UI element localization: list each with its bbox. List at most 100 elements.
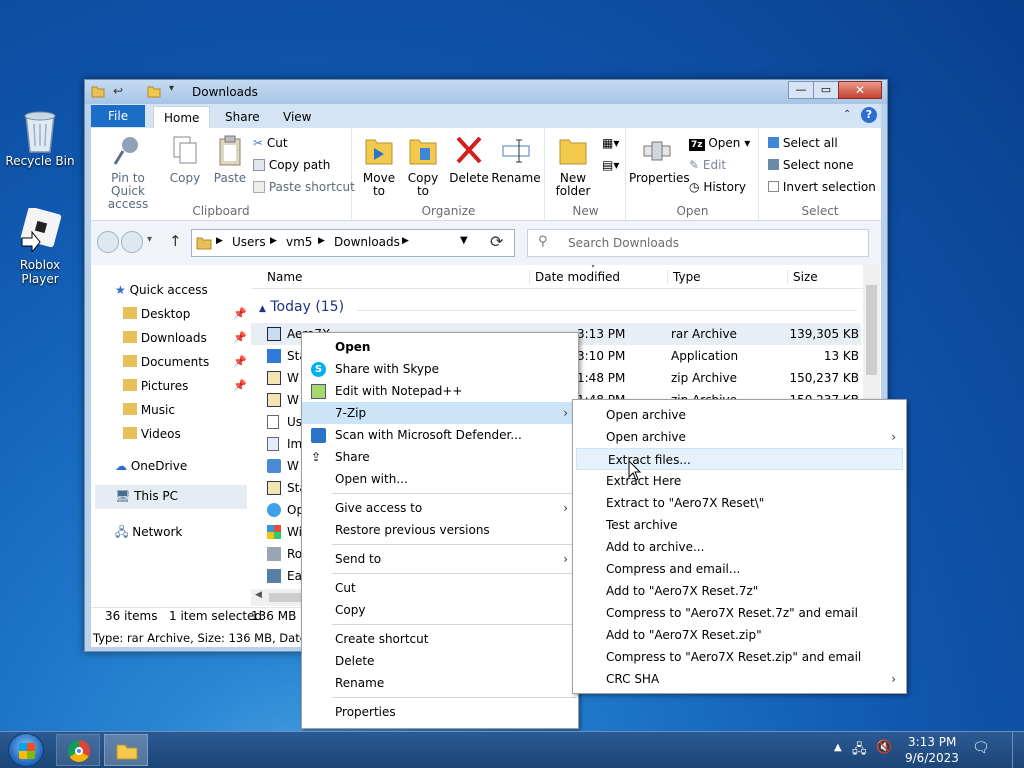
nav-network[interactable]: 🖧 Network xyxy=(115,523,182,544)
show-hidden-icons-icon[interactable]: ▲ xyxy=(834,742,842,753)
submenu-item-extract-files[interactable]: Extract files... xyxy=(576,448,903,470)
nav-this-pc[interactable]: 🖥 This PC xyxy=(95,485,247,509)
desktop-icon-recycle-bin[interactable]: Recycle Bin xyxy=(0,106,80,168)
tab-home[interactable]: Home xyxy=(153,106,211,129)
delete-button[interactable]: Delete xyxy=(447,134,491,185)
select-none-button[interactable]: Select none xyxy=(768,156,854,174)
new-folder-button[interactable]: New folder xyxy=(550,134,596,198)
title-bar[interactable]: ↩ ▾ Downloads — ▭ ✕ xyxy=(85,80,887,104)
menu-item-open-with[interactable]: Open with... xyxy=(302,468,578,490)
undo-icon[interactable]: ↩ xyxy=(113,84,127,98)
recent-locations-icon[interactable]: ▾ xyxy=(147,234,152,245)
refresh-icon[interactable]: ⟳ xyxy=(490,232,503,251)
nav-quick-access[interactable]: ★ Quick access xyxy=(115,283,208,297)
submenu-item-open-archive[interactable]: Open archive xyxy=(573,404,906,426)
tab-file[interactable]: File xyxy=(91,105,146,127)
address-bar[interactable]: ▶ Users ▶ vm5 ▶ Downloads ▶ ▼ ⟳ xyxy=(191,229,515,257)
breadcrumb-downloads[interactable]: Downloads xyxy=(334,235,400,249)
column-type[interactable]: Type xyxy=(667,270,701,284)
column-date-modified[interactable]: Date modified xyxy=(529,270,620,284)
folder-icon[interactable] xyxy=(147,84,161,98)
menu-item-rename[interactable]: Rename xyxy=(302,672,578,694)
forward-button[interactable] xyxy=(121,231,143,253)
rename-button[interactable]: Rename xyxy=(491,134,541,185)
back-button[interactable] xyxy=(97,231,119,253)
paste-shortcut-button[interactable]: Paste shortcut xyxy=(253,178,355,196)
menu-item-defender[interactable]: Scan with Microsoft Defender... xyxy=(302,424,578,446)
submenu-item-test-archive[interactable]: Test archive xyxy=(573,514,906,536)
submenu-item-compress-zip-email[interactable]: Compress to "Aero7X Reset.zip" and email xyxy=(573,646,906,668)
menu-item-send-to[interactable]: Send to › xyxy=(302,548,578,570)
nav-videos[interactable]: Videos xyxy=(123,427,181,441)
help-icon[interactable]: ? xyxy=(861,107,877,123)
copy-to-button[interactable]: Copy to xyxy=(403,134,443,198)
up-arrow-icon[interactable]: ↑ xyxy=(169,232,182,250)
submenu-item-add-7z[interactable]: Add to "Aero7X Reset.7z" xyxy=(573,580,906,602)
nav-documents[interactable]: Documents xyxy=(123,355,209,369)
nav-music[interactable]: Music xyxy=(123,403,175,417)
menu-item-give-access[interactable]: Give access to › xyxy=(302,497,578,519)
edit-button[interactable]: ✎ Edit xyxy=(689,156,726,174)
cut-button[interactable]: ✂ Cut xyxy=(253,134,288,152)
nav-onedrive[interactable]: ☁ OneDrive xyxy=(115,459,187,473)
nav-downloads[interactable]: Downloads xyxy=(123,331,207,345)
menu-item-create-shortcut[interactable]: Create shortcut xyxy=(302,628,578,650)
submenu-item-compress-7z-email[interactable]: Compress to "Aero7X Reset.7z" and email xyxy=(573,602,906,624)
menu-item-edit-notepad[interactable]: Edit with Notepad++ xyxy=(302,380,578,402)
menu-item-share-skype[interactable]: S Share with Skype xyxy=(302,358,578,380)
submenu-item-add-to-archive[interactable]: Add to archive... xyxy=(573,536,906,558)
breadcrumb-vm5[interactable]: vm5 xyxy=(286,235,312,249)
network-status-icon[interactable]: 🖧 xyxy=(852,740,867,762)
open-button[interactable]: 7z Open ▾ xyxy=(689,134,750,152)
menu-item-restore-versions[interactable]: Restore previous versions xyxy=(302,519,578,541)
scroll-left-icon[interactable]: ◀ xyxy=(255,590,262,600)
start-button[interactable] xyxy=(8,733,44,767)
paste-button[interactable]: Paste xyxy=(209,134,251,185)
new-item-icon[interactable]: ▦▾ xyxy=(602,136,619,150)
desktop-icon-roblox[interactable]: Roblox Player xyxy=(0,206,80,286)
tab-view[interactable]: View xyxy=(273,106,321,128)
address-dropdown-icon[interactable]: ▼ xyxy=(460,235,468,246)
minimize-button[interactable]: — xyxy=(788,81,814,99)
breadcrumb-users[interactable]: Users xyxy=(232,235,266,249)
ribbon-collapse-icon[interactable]: ⌃ xyxy=(843,109,851,120)
close-button[interactable]: ✕ xyxy=(838,81,882,99)
submenu-item-open-archive-sub[interactable]: Open archive › xyxy=(573,426,906,448)
chevron-down-icon[interactable]: ▾ xyxy=(169,83,174,94)
submenu-item-extract-here[interactable]: Extract Here xyxy=(573,470,906,492)
taskbar-chrome[interactable] xyxy=(56,734,100,766)
search-box[interactable]: ⚲ Search Downloads xyxy=(527,229,869,257)
submenu-item-compress-email[interactable]: Compress and email... xyxy=(573,558,906,580)
invert-selection-button[interactable]: Invert selection xyxy=(768,178,876,196)
menu-item-7zip[interactable]: 7-Zip › xyxy=(302,402,578,424)
nav-desktop[interactable]: Desktop xyxy=(123,307,190,321)
submenu-item-crc-sha[interactable]: CRC SHA › xyxy=(573,668,906,690)
column-size[interactable]: Size xyxy=(787,270,818,284)
notifications-icon[interactable]: 🗨 xyxy=(972,740,990,756)
menu-item-cut[interactable]: Cut xyxy=(302,577,578,599)
tab-share[interactable]: Share xyxy=(215,106,270,128)
easy-access-icon[interactable]: ▤▾ xyxy=(602,158,619,172)
submenu-item-add-zip[interactable]: Add to "Aero7X Reset.zip" xyxy=(573,624,906,646)
menu-item-properties[interactable]: Properties xyxy=(302,701,578,723)
group-header-today[interactable]: ▲ Today (15) xyxy=(259,299,344,315)
clock-date[interactable]: 9/6/2023 xyxy=(905,751,959,765)
column-name[interactable]: Name xyxy=(267,270,302,284)
search-input[interactable]: Search Downloads xyxy=(568,236,679,250)
clock-time[interactable]: 3:13 PM xyxy=(908,735,956,749)
submenu-item-extract-to[interactable]: Extract to "Aero7X Reset\" xyxy=(573,492,906,514)
nav-pictures[interactable]: Pictures xyxy=(123,379,188,393)
maximize-button[interactable]: ▭ xyxy=(813,81,839,99)
menu-item-copy[interactable]: Copy xyxy=(302,599,578,621)
pin-quick-access-button[interactable]: Pin to Quick access xyxy=(95,134,161,211)
scrollbar-thumb[interactable] xyxy=(866,285,877,375)
history-button[interactable]: ◷ History xyxy=(689,178,746,196)
show-desktop-button[interactable] xyxy=(1012,732,1024,768)
menu-item-delete[interactable]: Delete xyxy=(302,650,578,672)
copy-path-button[interactable]: Copy path xyxy=(253,156,330,174)
copy-button[interactable]: Copy xyxy=(165,134,205,185)
properties-button[interactable]: Properties xyxy=(629,134,690,185)
volume-muted-icon[interactable]: 🔇 xyxy=(876,740,892,755)
taskbar-file-explorer[interactable] xyxy=(104,734,148,766)
select-all-button[interactable]: Select all xyxy=(768,134,838,152)
